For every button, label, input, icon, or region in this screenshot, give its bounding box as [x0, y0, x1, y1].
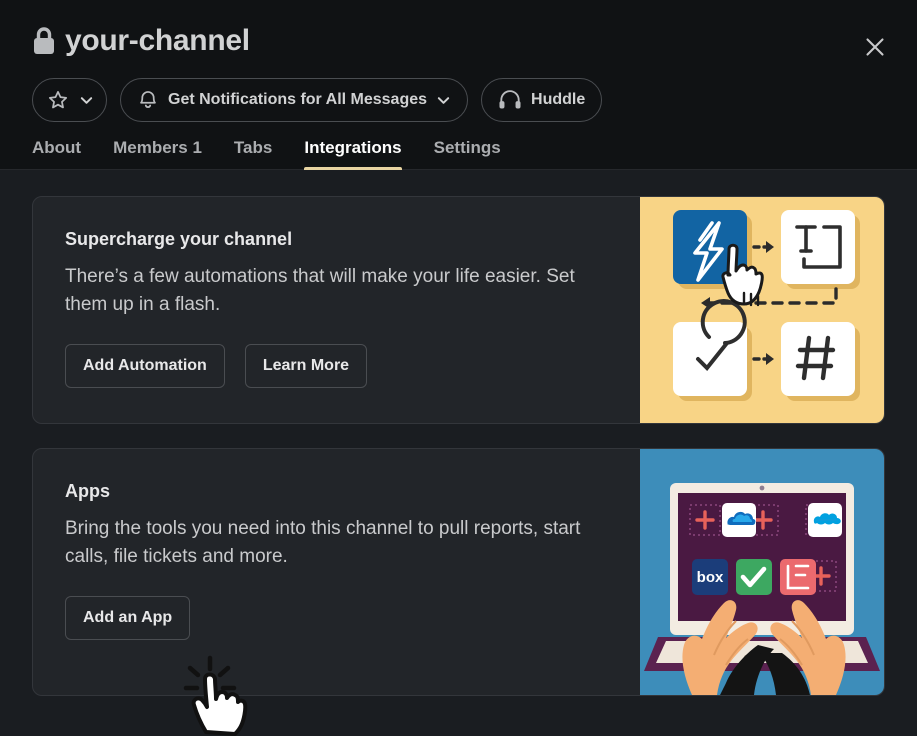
tab-about[interactable]: About — [32, 138, 97, 169]
supercharge-card-text: Supercharge your channel There’s a few a… — [33, 197, 640, 423]
apps-card-buttons: Add an App — [65, 596, 610, 640]
notification-preference-button[interactable]: Get Notifications for All Messages — [120, 78, 468, 122]
tab-members[interactable]: Members 1 — [97, 138, 218, 169]
tab-settings[interactable]: Settings — [418, 138, 517, 169]
chevron-down-icon — [436, 93, 451, 108]
integrations-panel: Supercharge your channel There’s a few a… — [0, 170, 917, 736]
close-glyph — [863, 35, 887, 59]
apps-card: Apps Bring the tools you need into this … — [32, 448, 885, 696]
tab-tabs[interactable]: Tabs — [218, 138, 288, 169]
add-automation-button[interactable]: Add Automation — [65, 344, 225, 388]
supercharge-card-description: There’s a few automations that will make… — [65, 263, 610, 319]
modal-header: your-channel Get Notificat — [0, 0, 917, 170]
text-form-tile — [781, 210, 855, 284]
lock-icon — [32, 26, 56, 56]
apps-card-text: Apps Bring the tools you need into this … — [33, 449, 640, 695]
huddle-label: Huddle — [531, 91, 585, 109]
channel-title-row: your-channel — [0, 0, 917, 62]
page-title: your-channel — [65, 26, 250, 56]
hash-tile — [781, 322, 855, 396]
huddle-button[interactable]: Huddle — [481, 78, 602, 122]
lucid-tile — [780, 559, 816, 595]
supercharge-card-title: Supercharge your channel — [65, 229, 610, 251]
channel-actions-row: Get Notifications for All Messages Huddl… — [0, 62, 917, 122]
automation-art-svg — [640, 197, 884, 423]
laptop-art-svg: box — [640, 449, 884, 695]
supercharge-card: Supercharge your channel There’s a few a… — [32, 196, 885, 424]
channel-details-modal: your-channel Get Notificat — [0, 0, 917, 736]
star-icon — [47, 89, 69, 111]
check-circle-tile — [673, 322, 747, 396]
apps-card-title: Apps — [65, 481, 610, 503]
tab-bar: About Members 1 Tabs Integrations Settin… — [0, 122, 917, 170]
bell-icon — [137, 89, 159, 111]
notification-preference-label: Get Notifications for All Messages — [168, 91, 427, 109]
add-an-app-button[interactable]: Add an App — [65, 596, 190, 640]
star-channel-button[interactable] — [32, 78, 107, 122]
headphones-icon — [498, 89, 522, 111]
learn-more-button[interactable]: Learn More — [245, 344, 367, 388]
chevron-down-icon — [79, 93, 94, 108]
box-icon: box — [697, 569, 724, 586]
laptop-apps-illustration: box — [640, 449, 884, 695]
apps-card-description: Bring the tools you need into this chann… — [65, 515, 610, 571]
tab-integrations[interactable]: Integrations — [288, 138, 417, 169]
automation-workflow-illustration — [640, 197, 884, 423]
close-icon[interactable] — [857, 29, 893, 65]
supercharge-card-buttons: Add Automation Learn More — [65, 344, 610, 388]
